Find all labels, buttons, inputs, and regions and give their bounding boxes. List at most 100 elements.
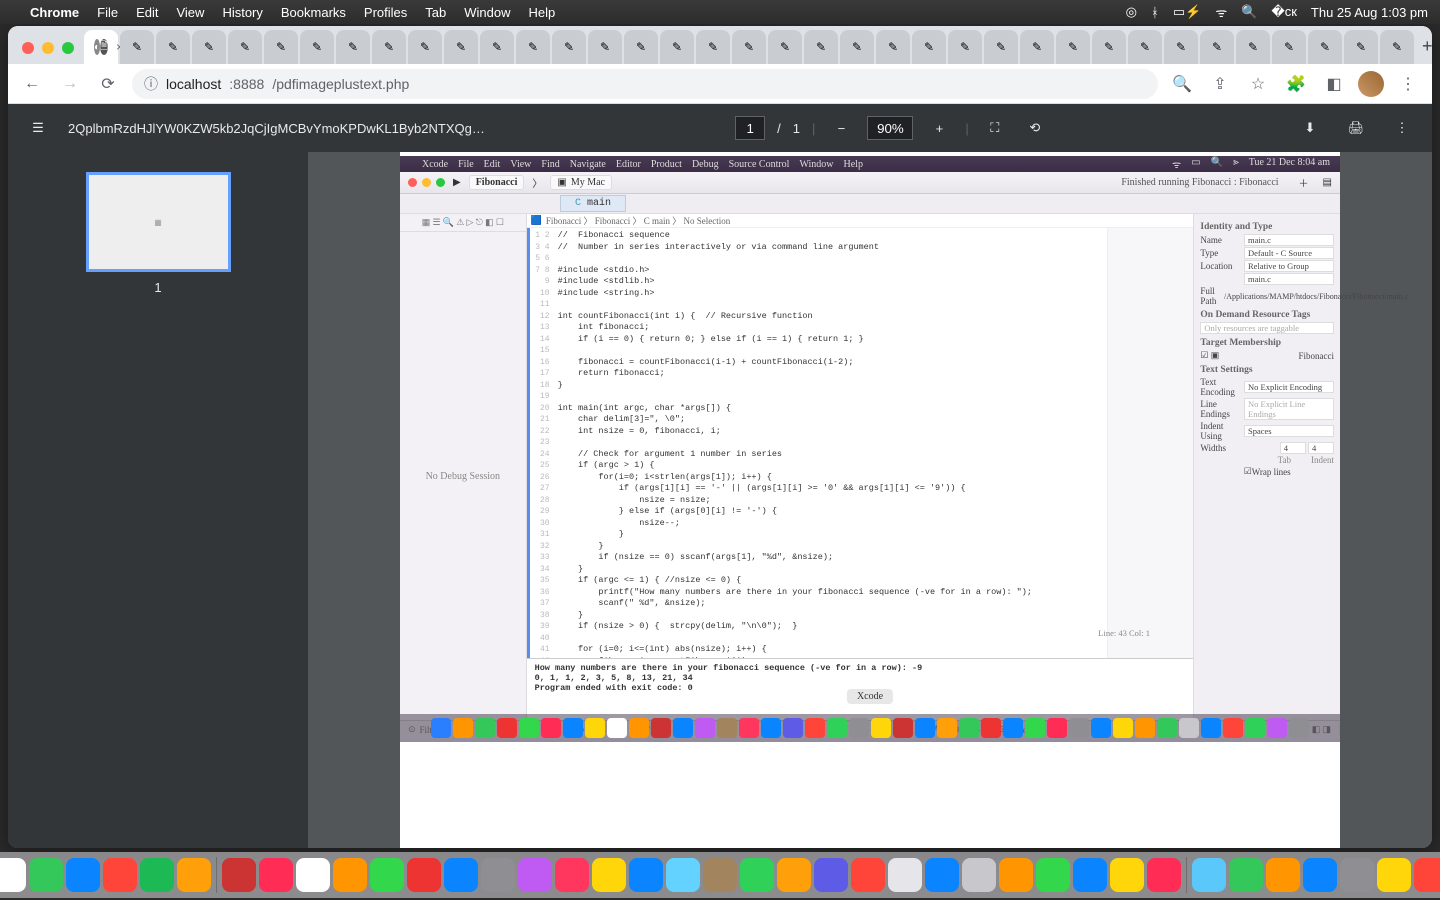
tab-inactive[interactable]: ✎	[1308, 30, 1342, 64]
minimize-window-button[interactable]	[42, 42, 54, 54]
dock-app-icon[interactable]	[177, 858, 211, 892]
dock-app-icon[interactable]	[103, 858, 137, 892]
menu-bookmarks[interactable]: Bookmarks	[281, 5, 346, 20]
dock-app-icon[interactable]	[1036, 858, 1070, 892]
menu-profiles[interactable]: Profiles	[364, 5, 407, 20]
pdf-zoom-in-button[interactable]: +	[925, 114, 953, 142]
tab-inactive[interactable]: ✎	[876, 30, 910, 64]
tab-inactive[interactable]: ✎	[912, 30, 946, 64]
dock-app-icon[interactable]	[518, 858, 552, 892]
tab-inactive[interactable]: ✎	[336, 30, 370, 64]
menu-history[interactable]: History	[222, 5, 262, 20]
tab-width[interactable]: 4	[1280, 442, 1306, 454]
wifi-icon[interactable]: ᯤ	[1215, 3, 1227, 21]
pdf-zoom-input[interactable]	[867, 116, 913, 140]
tab-inactive[interactable]: ✎	[192, 30, 226, 64]
pdf-page-area[interactable]: No, okay yes, ok Moodle Page XcodeFileEd…	[308, 152, 1432, 848]
line-endings[interactable]: No Explicit Line Endings	[1244, 398, 1334, 420]
dock-app-icon[interactable]	[814, 858, 848, 892]
pdf-thumbnail[interactable]: ▦	[86, 172, 231, 272]
control-center-icon[interactable]: �ск	[1271, 4, 1297, 20]
bookmark-button[interactable]: ☆	[1244, 70, 1272, 98]
sidepanel-button[interactable]: ◧	[1320, 70, 1348, 98]
menu-window[interactable]: Window	[464, 5, 510, 20]
dock-app-icon[interactable]	[1192, 858, 1226, 892]
indent-width[interactable]: 4	[1308, 442, 1334, 454]
identity-name[interactable]: main.c	[1244, 234, 1334, 246]
dock-app-icon[interactable]	[444, 858, 478, 892]
dock-app-icon[interactable]	[1377, 858, 1411, 892]
pdf-more-button[interactable]: ⋮	[1388, 114, 1416, 142]
tab-inactive[interactable]: ✎	[948, 30, 982, 64]
tab-inactive[interactable]: ✎	[1200, 30, 1234, 64]
zoom-window-button[interactable]	[62, 42, 74, 54]
pdf-rotate-button[interactable]: ⟲	[1021, 114, 1049, 142]
extensions-button[interactable]: 🧩	[1282, 70, 1310, 98]
site-info-icon[interactable]: ⓘ	[144, 74, 158, 94]
dock-app-icon[interactable]	[1414, 858, 1440, 892]
tab-inactive[interactable]: ✎	[768, 30, 802, 64]
indent-using[interactable]: Spaces	[1244, 425, 1334, 437]
dock-app-icon[interactable]	[925, 858, 959, 892]
dock-app-icon[interactable]	[140, 858, 174, 892]
dock-app-icon[interactable]	[555, 858, 589, 892]
dock-app-icon[interactable]	[629, 858, 663, 892]
tab-inactive[interactable]: ✎	[840, 30, 874, 64]
pdf-menu-button[interactable]: ☰	[24, 114, 52, 142]
battery-icon[interactable]: ▭⚡	[1173, 4, 1201, 20]
screencast-icon[interactable]: ◎	[1126, 4, 1137, 20]
tab-inactive[interactable]: ✎	[552, 30, 586, 64]
tab-inactive[interactable]: ✎	[264, 30, 298, 64]
tab-inactive[interactable]: ✎	[804, 30, 838, 64]
nav-reload-button[interactable]: ⟳	[94, 70, 122, 98]
menu-edit[interactable]: Edit	[136, 5, 158, 20]
menu-view[interactable]: View	[176, 5, 204, 20]
dock-app-icon[interactable]	[1110, 858, 1144, 892]
tab-inactive[interactable]: ✎	[696, 30, 730, 64]
menu-tab[interactable]: Tab	[425, 5, 446, 20]
tab-inactive[interactable]: ✎	[1020, 30, 1054, 64]
dock-app-icon[interactable]	[999, 858, 1033, 892]
tab-inactive[interactable]: ✎	[480, 30, 514, 64]
dock-app-icon[interactable]	[592, 858, 626, 892]
dock-app-icon[interactable]	[666, 858, 700, 892]
pdf-zoom-out-button[interactable]: −	[827, 114, 855, 142]
close-window-button[interactable]	[22, 42, 34, 54]
source-editor[interactable]: // Fibonacci sequence // Number in serie…	[554, 228, 1108, 658]
app-name[interactable]: Chrome	[30, 5, 79, 20]
profile-avatar[interactable]	[1358, 71, 1384, 97]
scheme-selector[interactable]: Fibonacci	[469, 175, 525, 190]
dock-app-icon[interactable]	[66, 858, 100, 892]
tab-inactive[interactable]: ✎	[1344, 30, 1378, 64]
tab-inactive[interactable]: ✎	[588, 30, 622, 64]
jump-bar[interactable]: 🟦 Fibonacci 〉 Fibonacci 〉 C main 〉 No Se…	[527, 214, 1194, 228]
tab-inactive[interactable]: ✎	[984, 30, 1018, 64]
dock-app-icon[interactable]	[703, 858, 737, 892]
dock-app-icon[interactable]	[296, 858, 330, 892]
tab-inactive[interactable]: ✎	[444, 30, 478, 64]
dock-app-icon[interactable]	[370, 858, 404, 892]
dock-app-icon[interactable]	[259, 858, 293, 892]
pdf-page-input[interactable]	[735, 116, 765, 140]
device-selector[interactable]: ▣ My Mac	[550, 175, 612, 190]
dock-app-icon[interactable]	[888, 858, 922, 892]
dock-app-icon[interactable]	[1229, 858, 1263, 892]
identity-location[interactable]: Relative to Group	[1244, 260, 1334, 272]
dock-app-icon[interactable]	[851, 858, 885, 892]
dock-app-icon[interactable]	[1340, 858, 1374, 892]
tab-inactive[interactable]: ✎	[624, 30, 658, 64]
dock-app-icon[interactable]	[1303, 858, 1337, 892]
dock-app-icon[interactable]	[29, 858, 63, 892]
dock-app-icon[interactable]	[962, 858, 996, 892]
tab-inactive[interactable]: ✎	[1128, 30, 1162, 64]
tab-inactive[interactable]: ✎	[1056, 30, 1090, 64]
dock-app-icon[interactable]	[0, 858, 26, 892]
macos-dock[interactable]	[0, 852, 1440, 898]
tab-inactive[interactable]: ✎	[1272, 30, 1306, 64]
tab-active[interactable]: ◐ 🗎 ×	[84, 30, 118, 64]
tab-inactive[interactable]: ✎	[732, 30, 766, 64]
minimap[interactable]	[1107, 228, 1193, 658]
share-button[interactable]: ⇪	[1206, 70, 1234, 98]
run-button[interactable]: ▶	[453, 177, 461, 188]
menu-file[interactable]: File	[97, 5, 118, 20]
